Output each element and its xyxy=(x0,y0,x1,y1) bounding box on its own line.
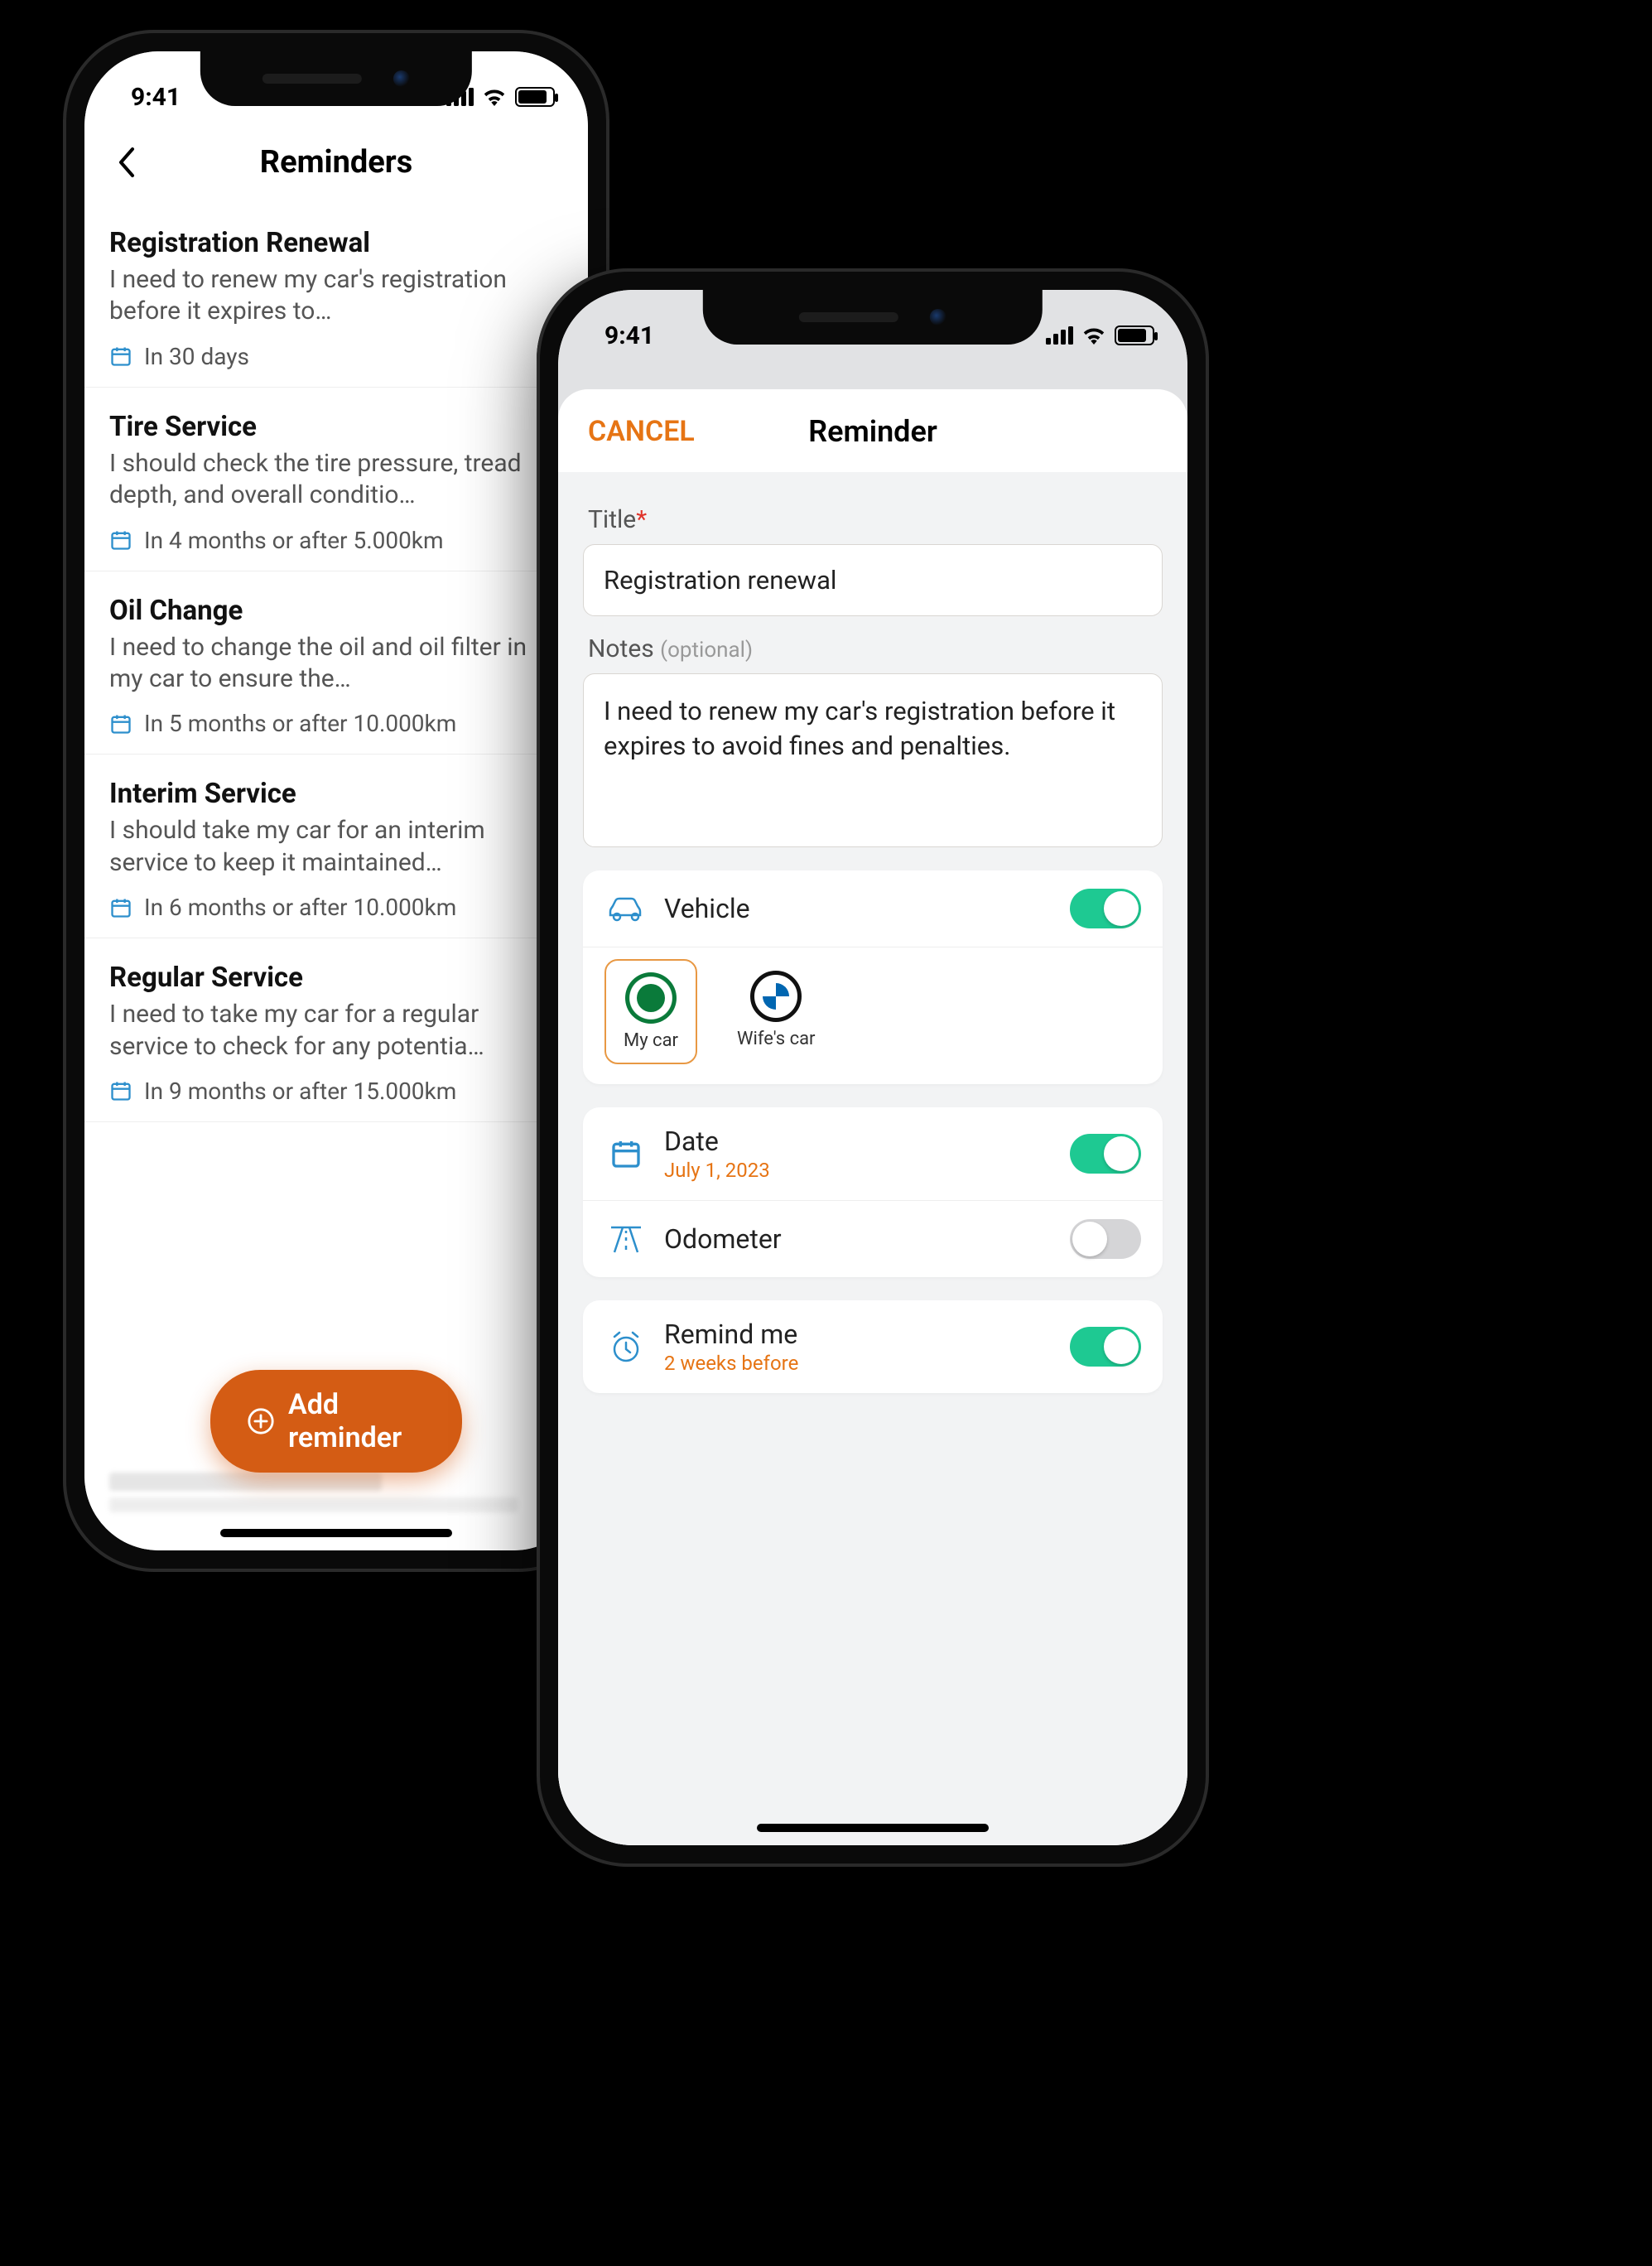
back-button[interactable] xyxy=(108,144,144,181)
bmw-logo-icon xyxy=(750,971,802,1022)
vehicle-option-wifescar[interactable]: Wife's car xyxy=(727,959,826,1064)
sheet-header: CANCEL Reminder xyxy=(558,407,1187,472)
vehicle-toggle[interactable] xyxy=(1070,889,1141,928)
battery-icon xyxy=(515,87,555,107)
calendar-icon xyxy=(109,712,132,735)
date-row[interactable]: Date July 1, 2023 xyxy=(583,1107,1163,1200)
phone-notch xyxy=(703,290,1043,345)
remind-toggle[interactable] xyxy=(1070,1327,1141,1367)
plus-circle-icon xyxy=(247,1407,275,1435)
notes-label: Notes (optional) xyxy=(588,634,1163,663)
date-toggle[interactable] xyxy=(1070,1134,1141,1174)
status-time: 9:41 xyxy=(604,321,654,350)
reminder-desc: I need to take my car for a regular serv… xyxy=(109,999,563,1063)
reminder-title: Oil Change xyxy=(109,595,563,627)
date-odometer-card: Date July 1, 2023 Odometer xyxy=(583,1107,1163,1277)
reminder-item[interactable]: Regular Service I need to take my car fo… xyxy=(84,938,588,1122)
reminder-desc: I need to change the oil and oil filter … xyxy=(109,632,563,696)
wifi-icon xyxy=(1081,326,1106,345)
vehicle-card: Vehicle My car Wife's car xyxy=(583,870,1163,1084)
add-reminder-button[interactable]: Add reminder xyxy=(210,1370,462,1473)
reminder-meta: In 30 days xyxy=(144,343,249,370)
reminder-title: Registration Renewal xyxy=(109,227,563,259)
reminder-meta: In 4 months or after 5.000km xyxy=(144,527,444,554)
calendar-icon xyxy=(604,1137,648,1170)
cellular-icon xyxy=(1046,326,1073,345)
sheet-title: Reminder xyxy=(808,414,937,449)
car-icon xyxy=(604,895,648,922)
vehicle-option-label: My car xyxy=(624,1030,678,1051)
date-value: July 1, 2023 xyxy=(664,1159,1053,1182)
calendar-icon xyxy=(109,1079,132,1102)
title-input[interactable]: Registration renewal xyxy=(583,544,1163,616)
home-indicator[interactable] xyxy=(220,1529,452,1537)
phone-reminders-list: 9:41 Reminders Registration Renewal I ne xyxy=(63,30,609,1572)
vehicle-option-mycar[interactable]: My car xyxy=(604,959,697,1064)
reminder-item[interactable]: Oil Change I need to change the oil and … xyxy=(84,571,588,755)
battery-icon xyxy=(1115,325,1154,345)
title-label: Title* xyxy=(588,505,1163,534)
editor-sheet: CANCEL Reminder Title* Registration rene… xyxy=(558,389,1187,1845)
calendar-icon xyxy=(109,896,132,919)
odometer-toggle[interactable] xyxy=(1070,1219,1141,1259)
remind-value: 2 weeks before xyxy=(664,1352,1053,1375)
reminder-title: Regular Service xyxy=(109,962,563,994)
skoda-logo-icon xyxy=(625,972,677,1024)
phone-notch xyxy=(200,51,472,106)
vehicle-option-label: Wife's car xyxy=(737,1029,816,1049)
page-title: Reminders xyxy=(260,144,413,181)
reminder-item[interactable]: Registration Renewal I need to renew my … xyxy=(84,204,588,388)
reminder-desc: I should take my car for an interim serv… xyxy=(109,815,563,879)
reminder-title: Tire Service xyxy=(109,411,563,443)
reminder-meta: In 6 months or after 10.000km xyxy=(144,894,456,921)
reminder-list[interactable]: Registration Renewal I need to renew my … xyxy=(84,204,588,1122)
remind-card: Remind me 2 weeks before xyxy=(583,1300,1163,1393)
alarm-clock-icon xyxy=(604,1328,648,1365)
header: Reminders xyxy=(84,121,588,204)
road-icon xyxy=(604,1224,648,1254)
reminder-meta: In 5 months or after 10.000km xyxy=(144,710,456,737)
reminder-meta: In 9 months or after 15.000km xyxy=(144,1078,456,1105)
reminder-item[interactable]: Tire Service I should check the tire pre… xyxy=(84,388,588,571)
home-indicator[interactable] xyxy=(757,1824,989,1832)
add-reminder-label: Add reminder xyxy=(288,1388,426,1454)
reminder-desc: I need to renew my car's registration be… xyxy=(109,264,563,328)
odometer-label: Odometer xyxy=(664,1223,1053,1255)
status-icons xyxy=(1046,325,1154,345)
remind-label: Remind me xyxy=(664,1319,1053,1350)
calendar-icon xyxy=(109,345,132,368)
phone-reminder-editor: 9:41 CANCEL Reminder Title* Registration… xyxy=(537,268,1209,1867)
status-time: 9:41 xyxy=(131,83,181,112)
reminder-desc: I should check the tire pressure, tread … xyxy=(109,448,563,512)
remind-row[interactable]: Remind me 2 weeks before xyxy=(583,1300,1163,1393)
reminder-item[interactable]: Interim Service I should take my car for… xyxy=(84,755,588,938)
calendar-icon xyxy=(109,528,132,552)
date-label: Date xyxy=(664,1126,1053,1157)
reminder-title: Interim Service xyxy=(109,778,563,810)
odometer-row[interactable]: Odometer xyxy=(583,1200,1163,1277)
vehicle-label: Vehicle xyxy=(664,893,1053,924)
notes-input[interactable]: I need to renew my car's registration be… xyxy=(583,673,1163,847)
cancel-button[interactable]: CANCEL xyxy=(588,415,695,448)
wifi-icon xyxy=(482,88,507,106)
vehicle-options: My car Wife's car xyxy=(583,947,1163,1084)
